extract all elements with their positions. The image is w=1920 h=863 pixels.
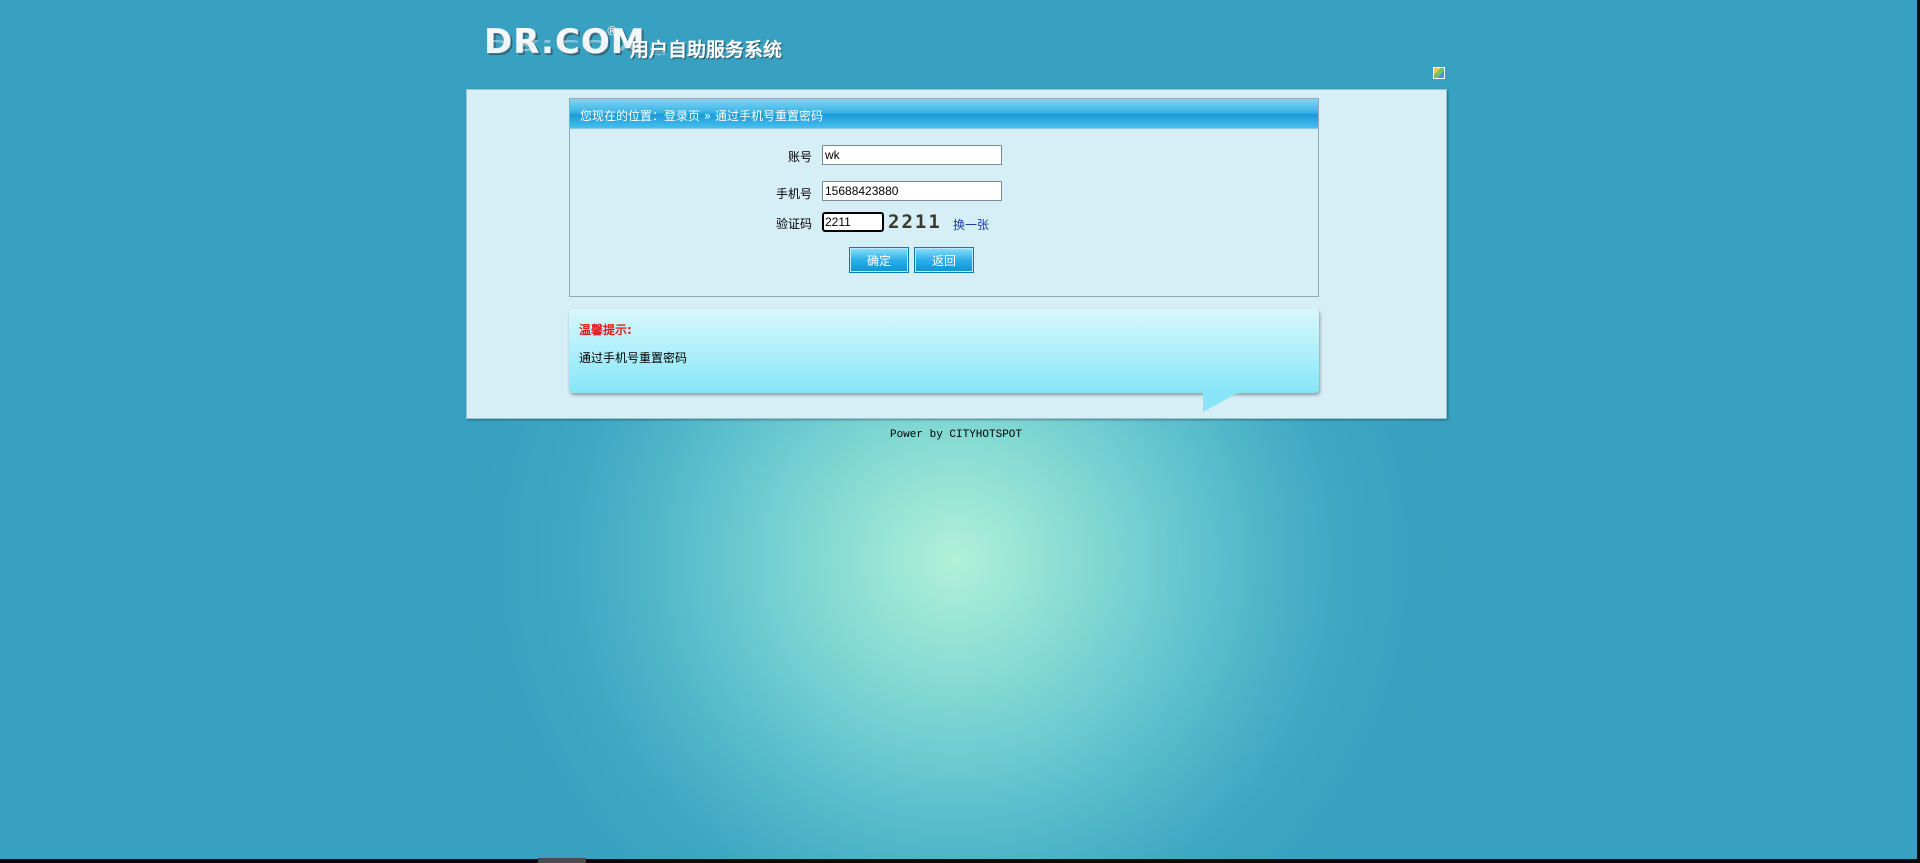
- confirm-button[interactable]: 确定: [849, 247, 909, 273]
- phone-label: 手机号: [775, 187, 812, 201]
- system-title-reflection: 用户自助服务系统: [630, 47, 783, 56]
- breadcrumb-text: 您现在的位置：登录页 » 通过手机号重置密码: [580, 109, 823, 123]
- captcha-label: 验证码: [775, 217, 812, 231]
- account-label: 账号: [787, 150, 812, 164]
- account-input[interactable]: [822, 145, 1002, 165]
- registered-mark: ®: [606, 24, 618, 38]
- taskbar-tab: [538, 858, 586, 863]
- captcha-image[interactable]: 2211: [888, 211, 946, 233]
- tip-text: 通过手机号重置密码: [579, 351, 688, 365]
- logo-reflection: DR.COM: [484, 36, 646, 54]
- refresh-captcha-link[interactable]: 换一张: [953, 216, 989, 233]
- breadcrumb: 您现在的位置：登录页 » 通过手机号重置密码: [570, 99, 1318, 129]
- footer-text: Power by CITYHOTSPOT: [889, 429, 1023, 441]
- color-palette-icon[interactable]: [1433, 67, 1445, 79]
- back-button[interactable]: 返回: [914, 247, 974, 273]
- drcom-logo: DR.COM DR.COM ®: [484, 22, 646, 78]
- captcha-input[interactable]: [822, 212, 884, 232]
- tip-box-tail: [1203, 392, 1239, 412]
- phone-input[interactable]: [822, 181, 1002, 201]
- tip-title: 温馨提示:: [579, 323, 632, 337]
- window-bottom-bar: [0, 859, 1920, 863]
